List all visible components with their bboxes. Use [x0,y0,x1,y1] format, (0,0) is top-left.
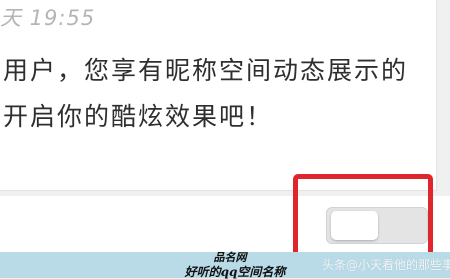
message-text-line-1: 用户，您享有昵称空间动态展示的 [3,56,409,85]
watermark-text: 头条@小天看他的那些事 [322,258,450,272]
message-timestamp: 天 19:55 [0,6,96,30]
message-card: 天 19:55 用户，您享有昵称空间动态展示的 开启你的酷炫效果吧！ [0,0,437,191]
highlight-box [293,174,433,262]
message-text-line-2: 开启你的酷炫效果吧！ [3,102,274,131]
